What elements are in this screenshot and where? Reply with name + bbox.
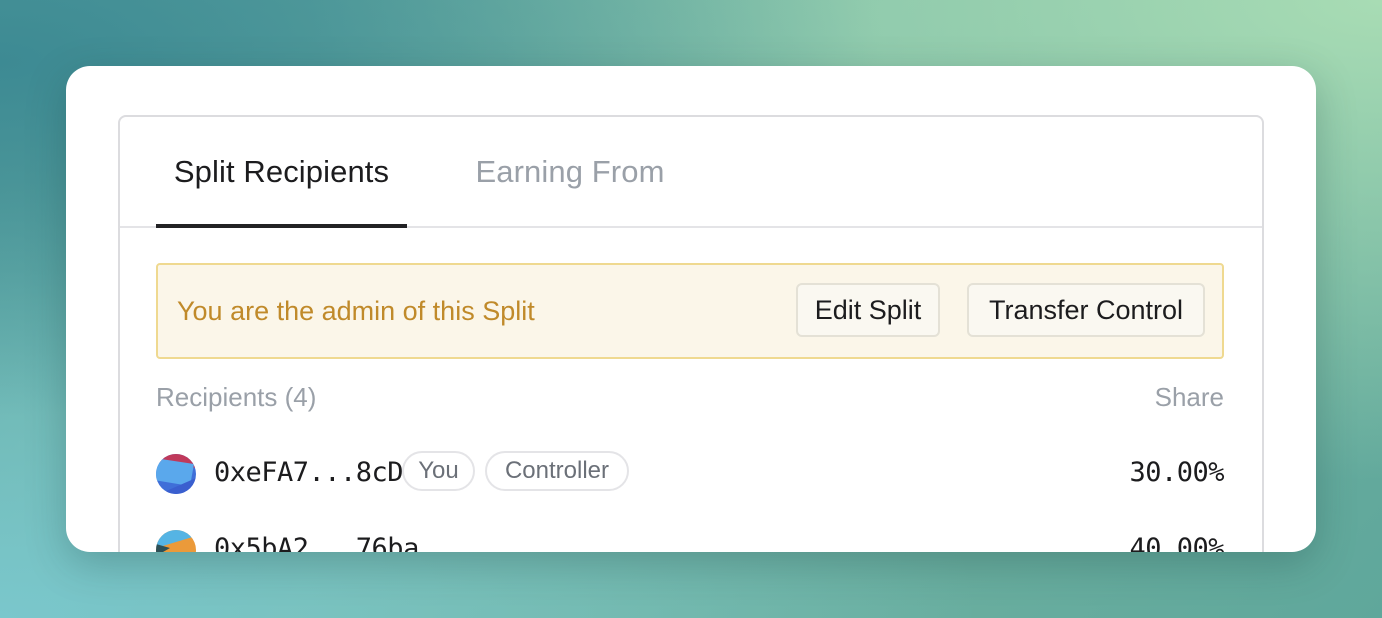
recipients-list-header: Recipients (4) Share xyxy=(156,377,1224,417)
transfer-control-button[interactable]: Transfer Control xyxy=(967,283,1205,337)
controller-badge: Controller xyxy=(485,451,629,491)
orange-blue-avatar-icon xyxy=(156,530,196,552)
split-panel: Split Recipients Earning From You are th… xyxy=(118,115,1264,552)
recipients-count-label: Recipients (4) xyxy=(156,382,317,412)
recipient-row: 0x5bA2...76ba 40.00% xyxy=(156,527,1224,552)
admin-banner-text: You are the admin of this Split xyxy=(177,295,535,326)
recipient-address[interactable]: 0xeFA7...8cD2 xyxy=(214,451,419,495)
recipient-address[interactable]: 0x5bA2...76ba xyxy=(214,527,419,552)
split-card: Split Recipients Earning From You are th… xyxy=(66,66,1316,552)
tab-bar: Split Recipients Earning From xyxy=(120,117,1262,228)
tab-earning-from[interactable]: Earning From xyxy=(470,117,670,226)
recipient-share: 30.00% xyxy=(1129,457,1224,488)
edit-split-button[interactable]: Edit Split xyxy=(796,283,940,337)
blue-red-avatar-icon xyxy=(156,454,196,494)
recipient-share: 40.00% xyxy=(1129,533,1224,552)
tab-split-recipients[interactable]: Split Recipients xyxy=(156,117,407,228)
you-badge: You xyxy=(402,451,475,491)
share-column-label: Share xyxy=(1154,382,1224,412)
recipient-row: 0xeFA7...8cD2 You Controller 30.00% xyxy=(156,451,1224,495)
admin-banner: You are the admin of this Split Edit Spl… xyxy=(156,263,1224,359)
